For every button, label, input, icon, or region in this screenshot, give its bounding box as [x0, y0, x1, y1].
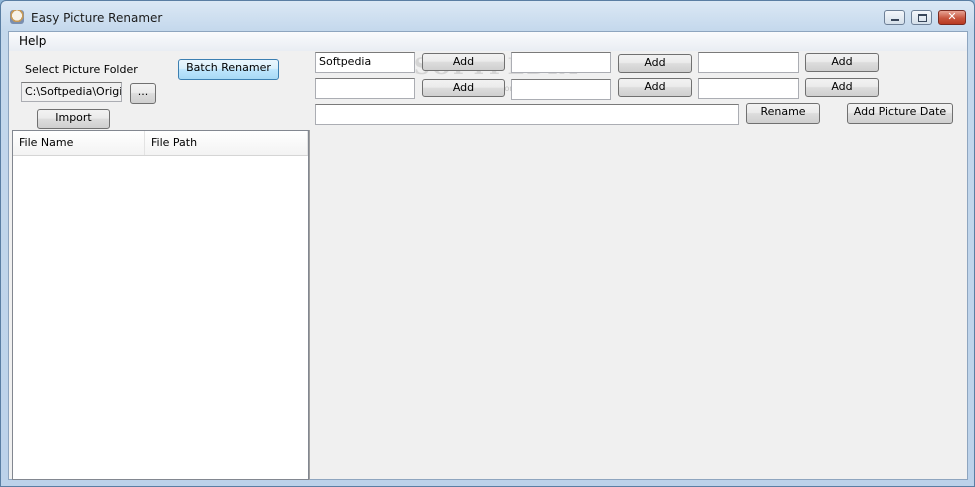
app-window: Easy Picture Renamer ✕ Help Select Pictu… [0, 0, 975, 487]
select-folder-label: Select Picture Folder [25, 63, 138, 76]
menu-bar: Help [9, 32, 967, 51]
add-button-3[interactable]: Add [805, 53, 879, 72]
title-bar[interactable]: Easy Picture Renamer ✕ [1, 1, 974, 31]
add-button-5[interactable]: Add [618, 78, 692, 97]
rename-preview-field[interactable] [315, 104, 739, 125]
text-field-6[interactable] [698, 78, 799, 99]
maximize-button[interactable] [911, 10, 932, 25]
import-button[interactable]: Import [37, 109, 110, 129]
close-icon: ✕ [947, 10, 957, 23]
add-button-1[interactable]: Add [422, 53, 505, 71]
folder-path-field[interactable]: C:\Softpedia\Origina [21, 82, 122, 102]
rename-button[interactable]: Rename [746, 103, 820, 124]
browse-button[interactable]: ... [130, 83, 156, 104]
panel-divider [309, 130, 310, 480]
text-field-4[interactable] [315, 78, 415, 99]
text-field-3[interactable] [698, 52, 799, 73]
text-field-5[interactable] [511, 79, 611, 100]
maximize-icon [918, 14, 927, 22]
window-title: Easy Picture Renamer [31, 11, 163, 25]
client-area: Help Select Picture Folder Batch Renamer… [8, 31, 968, 480]
column-file-name[interactable]: File Name [13, 131, 145, 155]
menu-help[interactable]: Help [17, 34, 48, 48]
minimize-button[interactable] [884, 10, 905, 25]
close-button[interactable]: ✕ [938, 10, 966, 25]
batch-renamer-button[interactable]: Batch Renamer [178, 59, 279, 80]
minimize-icon [891, 19, 899, 21]
column-file-path[interactable]: File Path [145, 131, 308, 155]
file-list[interactable]: File Name File Path [12, 130, 309, 480]
add-button-4[interactable]: Add [422, 79, 505, 97]
app-icon [10, 10, 24, 24]
add-picture-date-button[interactable]: Add Picture Date [847, 103, 953, 124]
file-list-header: File Name File Path [13, 131, 308, 156]
add-button-2[interactable]: Add [618, 54, 692, 73]
text-field-2[interactable] [511, 52, 611, 73]
text-field-1[interactable]: Softpedia [315, 52, 415, 73]
add-button-6[interactable]: Add [805, 78, 879, 97]
